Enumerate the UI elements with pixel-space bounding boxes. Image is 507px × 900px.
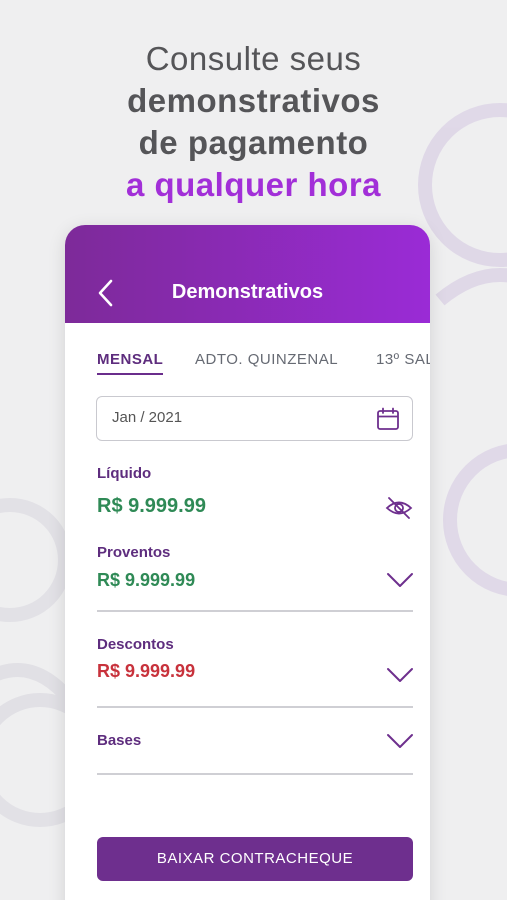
- headline-line-2: demonstrativos: [127, 82, 380, 119]
- descontos-value: R$ 9.999.99: [97, 661, 196, 681]
- headline-line-1: Consulte seus: [145, 40, 362, 77]
- liquido-value: R$ 9.999.99: [97, 495, 206, 517]
- tab-13-salario[interactable]: 13º SAL: [376, 351, 430, 368]
- divider: [97, 610, 413, 612]
- month-picker-field[interactable]: Jan / 2021: [96, 396, 413, 441]
- chevron-down-icon[interactable]: [385, 666, 415, 684]
- page-title: Demonstrativos: [171, 281, 324, 303]
- month-picker-value: Jan / 2021: [112, 409, 183, 426]
- proventos-value: R$ 9.999.99: [97, 570, 196, 590]
- proventos-label: Proventos: [97, 544, 171, 561]
- divider: [97, 773, 413, 775]
- download-payslip-button[interactable]: BAIXAR CONTRACHEQUE: [97, 837, 413, 881]
- app-bar: Demonstrativos: [65, 225, 430, 323]
- tab-bar: MENSAL ADTO. QUINZENAL 13º SAL: [65, 351, 430, 377]
- headline-line-3: de pagamento: [138, 124, 369, 161]
- phone-screen: Demonstrativos MENSAL ADTO. QUINZENAL 13…: [65, 225, 430, 900]
- tab-adto-quinzenal[interactable]: ADTO. QUINZENAL: [195, 351, 338, 368]
- eye-off-icon[interactable]: [385, 496, 413, 520]
- descontos-label: Descontos: [97, 636, 174, 653]
- chevron-down-icon[interactable]: [385, 732, 415, 750]
- promo-headline: Consulte seus demonstrativos de pagament…: [0, 38, 507, 206]
- calendar-icon[interactable]: [376, 407, 400, 431]
- chevron-down-icon[interactable]: [385, 571, 415, 589]
- bases-label: Bases: [97, 732, 142, 749]
- divider: [97, 706, 413, 708]
- tab-mensal[interactable]: MENSAL: [97, 351, 164, 375]
- headline-line-4: a qualquer hora: [125, 166, 382, 203]
- liquido-label: Líquido: [97, 465, 152, 482]
